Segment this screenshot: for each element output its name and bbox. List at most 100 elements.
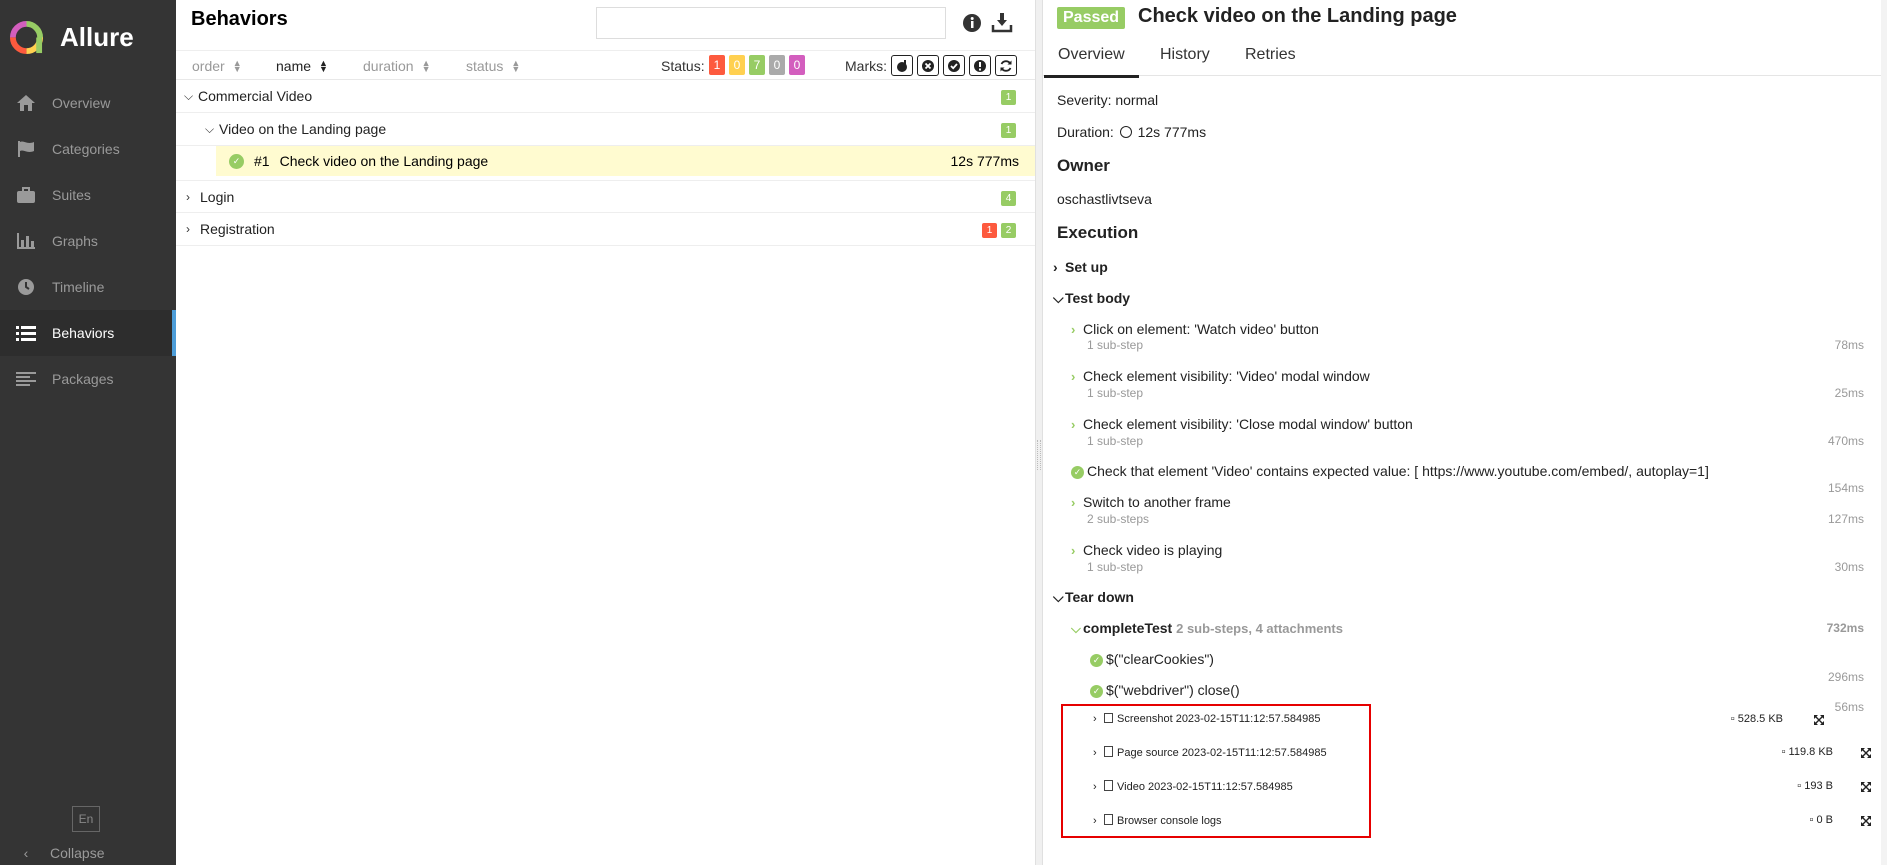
complete-test-step[interactable]: ⌵ completeTest 2 sub-steps, 4 attachments bbox=[1071, 620, 1343, 637]
step-row: ✓ Check that element 'Video' contains exp… bbox=[1071, 463, 1709, 479]
sidebar-item-timeline[interactable]: Timeline bbox=[0, 264, 176, 310]
step-label: $("clearCookies") bbox=[1106, 651, 1214, 667]
chevron-right-icon: › bbox=[1093, 713, 1097, 725]
status-filter-unknown[interactable]: 0 bbox=[789, 55, 805, 75]
download-icon[interactable] bbox=[991, 11, 1013, 33]
brand[interactable]: Allure bbox=[0, 0, 176, 74]
mark-retries-icon[interactable] bbox=[995, 55, 1017, 76]
expand-icon[interactable] bbox=[1860, 814, 1872, 826]
attachment-label: Video 2023-02-15T11:12:57.584985 bbox=[1117, 781, 1293, 793]
behaviors-pane: Behaviors order ▲ ▼ name ▲ ▼ duration ▲ ▼ s… bbox=[176, 0, 1035, 865]
sort-icon: ▲ ▼ bbox=[511, 58, 521, 74]
page-title: Behaviors bbox=[191, 8, 288, 30]
sort-duration-label: duration bbox=[363, 58, 414, 74]
status-filter-skipped[interactable]: 0 bbox=[769, 55, 785, 75]
step-label: Check that element 'Video' contains expe… bbox=[1087, 463, 1709, 479]
search-input[interactable] bbox=[596, 7, 946, 39]
step-row[interactable]: › Switch to another frame bbox=[1071, 494, 1231, 510]
mark-new-passed-icon[interactable] bbox=[943, 55, 965, 76]
chevron-right-icon: › bbox=[1071, 543, 1076, 558]
tab-overview[interactable]: Overview bbox=[1044, 46, 1139, 78]
chevron-right-icon: › bbox=[186, 189, 190, 204]
sort-order-button[interactable]: order ▲ ▼ bbox=[192, 58, 242, 74]
sidebar-item-label: Graphs bbox=[52, 233, 98, 249]
expand-icon[interactable] bbox=[1813, 713, 1825, 725]
step-label: Check video is playing bbox=[1083, 542, 1223, 558]
attachment-size-value: 0 B bbox=[1816, 814, 1833, 826]
chevron-right-icon: › bbox=[1071, 369, 1076, 384]
tear-down-section[interactable]: ⌵Tear down bbox=[1053, 589, 1134, 606]
attachment-size: ▫ 0 B bbox=[1733, 814, 1833, 826]
mark-flaky-icon[interactable] bbox=[891, 55, 913, 76]
setup-section[interactable]: › Set up bbox=[1053, 259, 1108, 275]
sidebar-item-categories[interactable]: Categories bbox=[0, 126, 176, 172]
file-icon bbox=[1104, 814, 1113, 825]
passed-count-badge: 1 bbox=[1001, 90, 1016, 105]
step-row[interactable]: › Check element visibility: 'Video' modal… bbox=[1071, 368, 1370, 384]
image-icon bbox=[1104, 713, 1113, 723]
attachment-row[interactable]: › Page source 2023-02-15T11:12:57.584985 bbox=[1093, 746, 1327, 759]
chevron-right-icon: › bbox=[1093, 747, 1097, 759]
pane-divider[interactable] bbox=[1035, 0, 1043, 865]
scrollbar[interactable] bbox=[1881, 0, 1887, 865]
chevron-right-icon: › bbox=[1071, 495, 1076, 510]
attachment-size: ▫ 528.5 KB bbox=[1683, 713, 1783, 725]
attachment-row[interactable]: › Video 2023-02-15T11:12:57.584985 bbox=[1093, 780, 1293, 793]
sidebar-item-graphs[interactable]: Graphs bbox=[0, 218, 176, 264]
step-label: $("webdriver") close() bbox=[1106, 682, 1240, 698]
tree-group-label: Commercial Video bbox=[198, 88, 313, 104]
status-filter-broken[interactable]: 0 bbox=[729, 55, 745, 75]
passed-status-icon: ✓ bbox=[1090, 654, 1103, 667]
tree-group-registration[interactable]: › Registration 1 2 bbox=[176, 213, 1035, 246]
chevron-down-icon: ⌵ bbox=[1071, 621, 1081, 636]
test-duration: 12s 777ms bbox=[950, 153, 1019, 169]
pane-resize-handle[interactable] bbox=[1037, 440, 1041, 470]
collapse-sidebar-button[interactable]: ‹ Collapse bbox=[14, 845, 105, 861]
chevron-down-icon: ⌵ bbox=[184, 88, 194, 103]
sort-status-button[interactable]: status ▲ ▼ bbox=[466, 58, 520, 74]
status-filter-passed[interactable]: 7 bbox=[749, 55, 765, 75]
attachment-row[interactable]: › Browser console logs bbox=[1093, 814, 1222, 827]
step-duration: 30ms bbox=[1834, 560, 1864, 574]
sidebar-item-suites[interactable]: Suites bbox=[0, 172, 176, 218]
sidebar-item-packages[interactable]: Packages bbox=[0, 356, 176, 402]
passed-count-badge: 2 bbox=[1001, 223, 1016, 238]
chevron-right-icon: › bbox=[1093, 781, 1097, 793]
expand-icon[interactable] bbox=[1860, 746, 1872, 758]
language-switch-button[interactable]: En bbox=[72, 806, 100, 832]
tree-group-video-landing[interactable]: ⌵ Video on the Landing page 1 bbox=[176, 113, 1035, 146]
marks-filter-label: Marks: bbox=[845, 58, 887, 74]
sort-icon: ▲ ▼ bbox=[421, 58, 431, 74]
severity-text: Severity: normal bbox=[1057, 92, 1159, 108]
test-body-section[interactable]: ⌵Test body bbox=[1053, 290, 1130, 307]
step-row[interactable]: › Check element visibility: 'Close modal … bbox=[1071, 416, 1413, 432]
step-row[interactable]: › Click on element: 'Watch video' button bbox=[1071, 321, 1319, 337]
sort-name-button[interactable]: name ▲ ▼ bbox=[276, 58, 328, 74]
tree-group-login[interactable]: › Login 4 bbox=[176, 180, 1035, 213]
attachment-size-value: 193 B bbox=[1804, 780, 1833, 792]
tree-leaf-test-case[interactable]: ✓ #1 Check video on the Landing page 12s… bbox=[216, 146, 1035, 176]
sidebar-item-behaviors[interactable]: Behaviors bbox=[0, 310, 176, 356]
save-icon: ▫ bbox=[1781, 746, 1789, 758]
test-index: #1 bbox=[254, 153, 270, 169]
tab-retries[interactable]: Retries bbox=[1245, 46, 1296, 64]
sort-duration-button[interactable]: duration ▲ ▼ bbox=[363, 58, 431, 74]
status-filter-failed[interactable]: 1 bbox=[709, 55, 725, 75]
expand-icon[interactable] bbox=[1860, 780, 1872, 792]
chevron-right-icon: › bbox=[1093, 815, 1097, 827]
info-icon[interactable] bbox=[961, 12, 983, 34]
step-label: Check element visibility: 'Close modal w… bbox=[1083, 416, 1413, 432]
owner-heading: Owner bbox=[1057, 156, 1110, 175]
mark-new-broken-icon[interactable] bbox=[969, 55, 991, 76]
step-label: Switch to another frame bbox=[1083, 494, 1231, 510]
tab-history[interactable]: History bbox=[1160, 46, 1210, 64]
mark-new-failed-icon[interactable] bbox=[917, 55, 939, 76]
attachment-row[interactable]: › Screenshot 2023-02-15T11:12:57.584985 bbox=[1093, 713, 1320, 725]
flag-icon bbox=[14, 139, 38, 159]
sidebar-item-overview[interactable]: Overview bbox=[0, 80, 176, 126]
sort-bar: order ▲ ▼ name ▲ ▼ duration ▲ ▼ status ▲ ▼ S… bbox=[176, 50, 1035, 80]
step-row[interactable]: › Check video is playing bbox=[1071, 542, 1222, 558]
briefcase-icon bbox=[14, 185, 38, 205]
tree-group-commercial-video[interactable]: ⌵ Commercial Video 1 bbox=[176, 80, 1035, 113]
collapse-label: Collapse bbox=[50, 845, 105, 861]
